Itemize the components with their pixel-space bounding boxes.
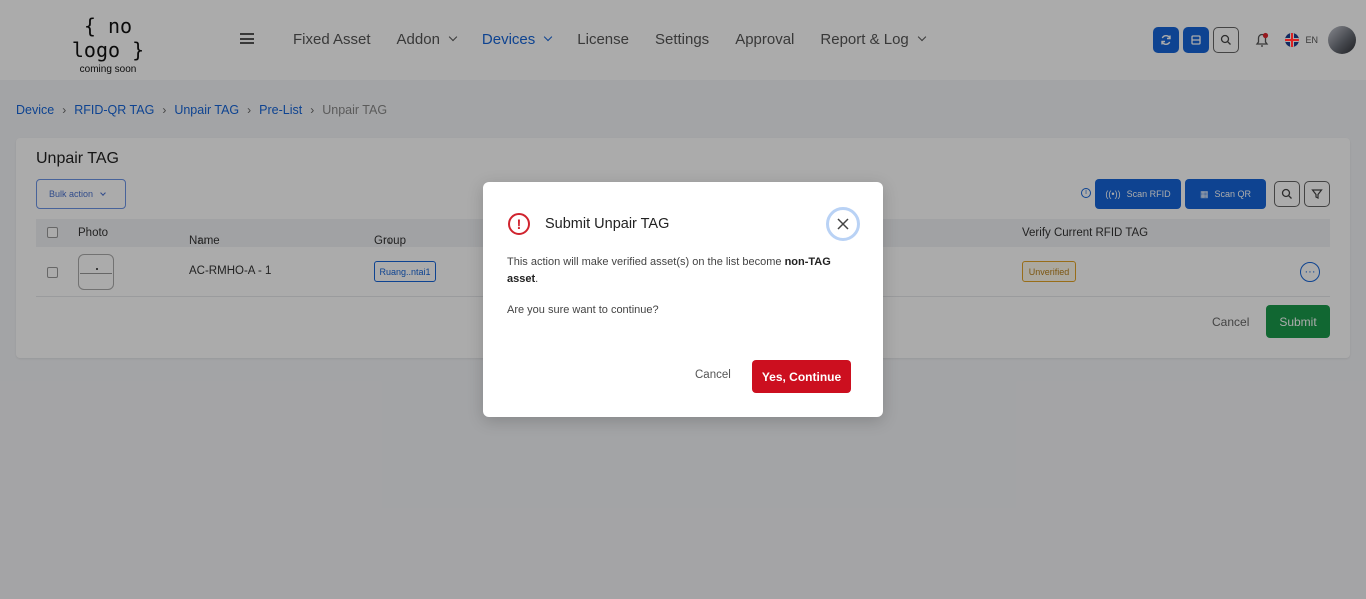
close-button[interactable] xyxy=(826,207,860,241)
close-icon xyxy=(837,218,849,230)
confirm-dialog: ! Submit Unpair TAG This action will mak… xyxy=(483,182,883,417)
dialog-title: Submit Unpair TAG xyxy=(545,216,670,232)
confirm-continue-button[interactable]: Yes, Continue xyxy=(752,360,851,393)
dialog-message: This action will make verified asset(s) … xyxy=(507,254,863,288)
message-bold-text: non-TAG xyxy=(784,256,831,268)
dialog-question: Are you sure want to continue? xyxy=(507,304,659,316)
message-text: This action will make verified asset(s) … xyxy=(507,256,785,268)
dialog-cancel-button[interactable]: Cancel xyxy=(695,369,731,381)
warning-icon: ! xyxy=(508,213,530,235)
message-bold-text: asset xyxy=(507,273,536,285)
message-end: . xyxy=(535,273,539,285)
